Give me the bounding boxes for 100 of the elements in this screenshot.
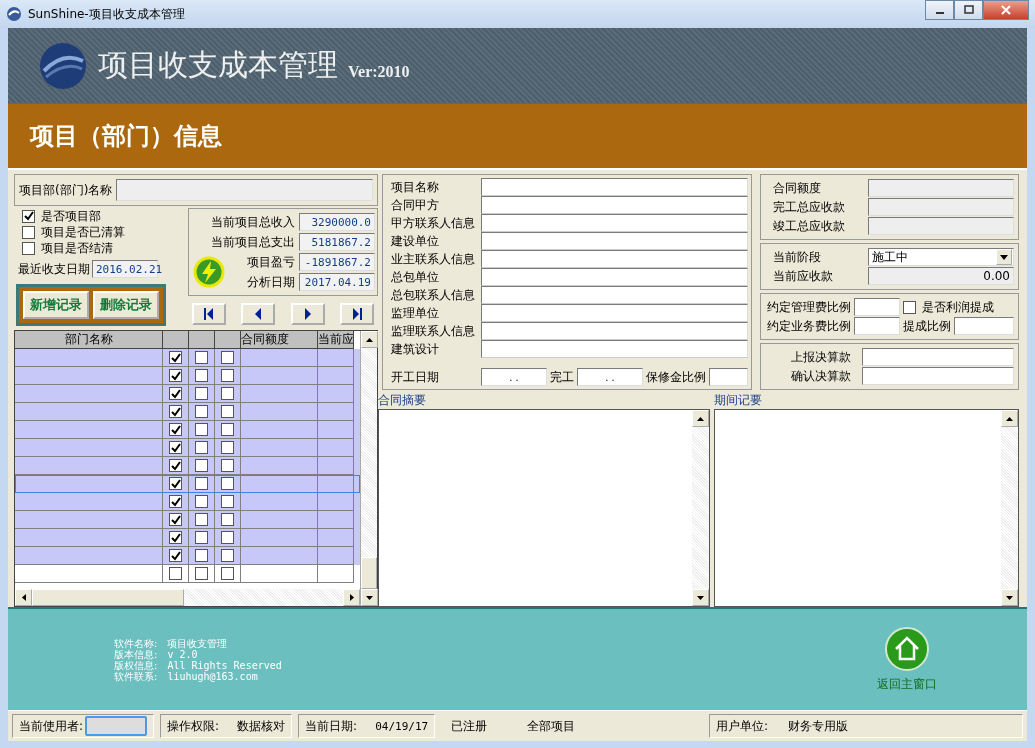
checkbox[interactable] xyxy=(169,351,182,364)
record-button[interactable]: 新增记录 xyxy=(23,291,89,319)
scroll-up-button[interactable] xyxy=(692,410,709,427)
checkbox[interactable] xyxy=(169,567,182,580)
column-header[interactable] xyxy=(215,331,241,349)
scroll-thumb[interactable] xyxy=(361,557,377,589)
checkbox[interactable] xyxy=(195,405,208,418)
table-row[interactable] xyxy=(15,385,360,403)
scroll-thumb[interactable] xyxy=(32,589,184,606)
checkbox-option[interactable]: 项目是否已清算 xyxy=(22,224,182,240)
table-row[interactable] xyxy=(15,493,360,511)
checkbox[interactable] xyxy=(221,567,234,580)
checkbox[interactable] xyxy=(169,387,182,400)
checkbox[interactable] xyxy=(195,477,208,490)
checkbox[interactable] xyxy=(169,459,182,472)
text-field[interactable] xyxy=(481,286,748,304)
table-row[interactable] xyxy=(15,439,360,457)
text-field[interactable] xyxy=(481,250,748,268)
column-header[interactable]: 合同额度 xyxy=(241,331,318,349)
first-record-button[interactable] xyxy=(192,303,226,325)
checkbox[interactable] xyxy=(221,369,234,382)
column-header[interactable] xyxy=(163,331,189,349)
checkbox[interactable] xyxy=(195,351,208,364)
checkbox[interactable] xyxy=(221,549,234,562)
checkbox[interactable] xyxy=(195,513,208,526)
text-field[interactable] xyxy=(481,196,748,214)
text-field[interactable] xyxy=(481,322,748,340)
checkbox[interactable] xyxy=(195,549,208,562)
checkbox-option[interactable]: 项目是否结清 xyxy=(22,240,182,256)
checkbox[interactable] xyxy=(169,423,182,436)
next-record-button[interactable] xyxy=(290,303,325,325)
checkbox[interactable] xyxy=(169,477,182,490)
scroll-left-button[interactable] xyxy=(15,589,32,606)
table-row[interactable] xyxy=(15,421,360,439)
text-field[interactable] xyxy=(481,178,748,196)
table-row[interactable] xyxy=(15,349,360,367)
checkbox[interactable] xyxy=(169,549,182,562)
column-header[interactable]: 部门名称 xyxy=(15,331,163,349)
text-field[interactable] xyxy=(481,304,748,322)
scroll-up-button[interactable] xyxy=(361,331,378,348)
scroll-down-button[interactable] xyxy=(692,589,709,606)
checkbox[interactable] xyxy=(221,441,234,454)
rate-field[interactable] xyxy=(854,317,900,335)
table-row[interactable] xyxy=(15,457,360,475)
maximize-button[interactable] xyxy=(954,0,983,20)
checkbox[interactable] xyxy=(221,387,234,400)
checkbox[interactable] xyxy=(195,369,208,382)
last-record-button[interactable] xyxy=(340,303,374,325)
table-row[interactable] xyxy=(15,529,360,547)
checkbox[interactable] xyxy=(221,495,234,508)
rate-field[interactable] xyxy=(954,317,1014,335)
date-field[interactable]: . . xyxy=(481,368,547,386)
text-field[interactable] xyxy=(481,340,748,358)
checkbox[interactable] xyxy=(221,513,234,526)
table-row[interactable] xyxy=(15,547,360,565)
vertical-scrollbar[interactable] xyxy=(360,331,377,606)
checkbox[interactable] xyxy=(221,531,234,544)
checkbox[interactable] xyxy=(169,405,182,418)
checkbox[interactable] xyxy=(195,531,208,544)
date-field[interactable] xyxy=(709,368,748,386)
amount-field[interactable] xyxy=(862,348,1014,366)
table-row[interactable] xyxy=(15,403,360,421)
checkbox[interactable] xyxy=(169,513,182,526)
close-button[interactable] xyxy=(983,0,1029,20)
memo-field[interactable] xyxy=(378,409,710,607)
column-header[interactable] xyxy=(189,331,215,349)
column-header[interactable]: 当前应 xyxy=(318,331,354,349)
checkbox[interactable] xyxy=(221,351,234,364)
checkbox[interactable] xyxy=(195,441,208,454)
checkbox-option[interactable]: 是否项目部 xyxy=(22,208,182,224)
text-field[interactable] xyxy=(481,214,748,232)
horizontal-scrollbar[interactable] xyxy=(15,589,360,606)
checkbox[interactable] xyxy=(169,531,182,544)
table-row[interactable] xyxy=(15,475,360,493)
checkbox[interactable] xyxy=(169,495,182,508)
scroll-down-button[interactable] xyxy=(1001,589,1018,606)
checkbox[interactable] xyxy=(169,441,182,454)
checkbox-option[interactable]: 是否利润提成 xyxy=(903,299,994,315)
record-button[interactable]: 删除记录 xyxy=(93,291,159,319)
stage-dropdown[interactable]: 施工中 xyxy=(868,248,1014,266)
vertical-scrollbar[interactable] xyxy=(1001,410,1018,606)
amount-field[interactable] xyxy=(862,367,1014,385)
rate-field[interactable] xyxy=(854,298,900,316)
checkbox[interactable] xyxy=(195,387,208,400)
memo-field[interactable] xyxy=(714,409,1019,607)
checkbox[interactable] xyxy=(195,459,208,472)
text-field[interactable] xyxy=(481,268,748,286)
checkbox[interactable] xyxy=(195,423,208,436)
table-row[interactable] xyxy=(15,511,360,529)
date-field[interactable]: . . xyxy=(577,368,643,386)
previous-record-button[interactable] xyxy=(241,303,276,325)
checkbox[interactable] xyxy=(169,369,182,382)
checkbox[interactable] xyxy=(221,405,234,418)
minimize-button[interactable] xyxy=(925,0,954,20)
checkbox[interactable] xyxy=(195,567,208,580)
scroll-right-button[interactable] xyxy=(343,589,360,606)
scroll-down-button[interactable] xyxy=(361,589,378,606)
checkbox[interactable] xyxy=(195,495,208,508)
checkbox[interactable] xyxy=(221,459,234,472)
checkbox[interactable] xyxy=(221,423,234,436)
